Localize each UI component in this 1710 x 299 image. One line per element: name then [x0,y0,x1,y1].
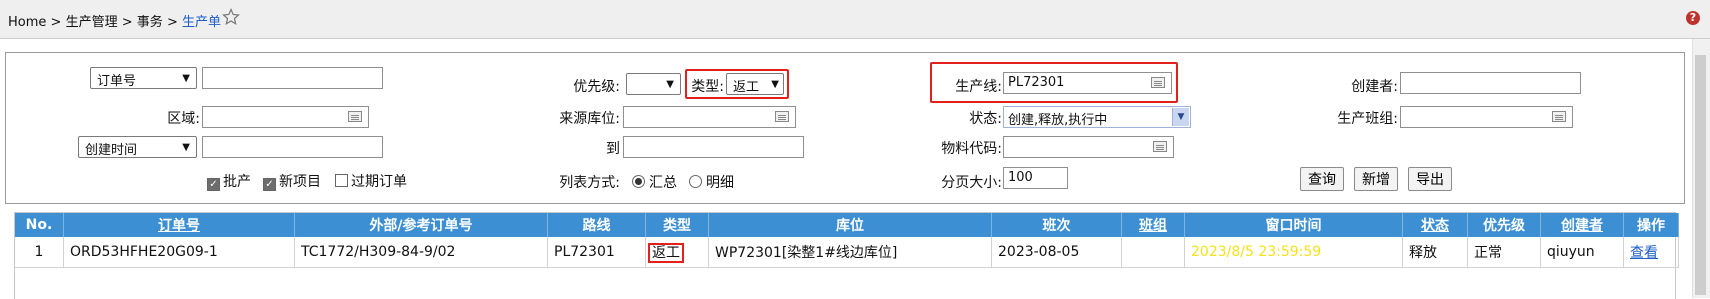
production-line-label: 生产线: [955,79,1002,95]
status-multiselect[interactable]: 创建,释放,执行中 ▼ [1003,106,1191,128]
cell-type: 返工 [645,237,709,268]
new-project-checkbox[interactable]: ✓ 新项目 [263,171,321,191]
add-button[interactable]: 新增 [1354,167,1398,191]
production-team-input[interactable] [1400,106,1573,128]
overdue-order-checkbox[interactable]: 过期订单 [335,171,407,191]
chevron-down-icon: ▼ [666,79,674,90]
column-header-type: 类型 [645,213,709,237]
column-header-status[interactable]: 状态 [1402,213,1468,237]
breadcrumb: Home > 生产管理 > 事务 > 生产单 [8,11,221,30]
column-header-window-time: 窗口时间 [1184,213,1403,237]
scrollbar-thumb[interactable] [1695,55,1706,295]
column-header-order-no[interactable]: 订单号 [63,213,295,237]
type-select[interactable]: 返工 ▼ [726,73,784,95]
production-line-input[interactable]: PL72301 [1003,72,1172,94]
source-location-label: 来源库位: [559,111,620,127]
checkbox-checked-icon[interactable]: ✓ [263,178,276,191]
cell-ext-ref: TC1772/H309-84-9/02 [294,237,548,268]
cell-creator: qiuyun [1540,237,1624,268]
chevron-down-icon: ▼ [182,142,190,153]
column-header-route: 路线 [547,213,646,237]
checkbox-checked-icon[interactable]: ✓ [207,178,220,191]
creator-input[interactable] [1400,72,1581,94]
table-header-row: No. 订单号 外部/参考订单号 路线 类型 库位 班次 班组 窗口时间 状态 … [15,213,1679,237]
column-header-priority: 优先级 [1467,213,1541,237]
to-location-input[interactable] [623,136,804,158]
breadcrumb-production-mgmt[interactable]: 生产管理 [66,15,118,30]
list-mode-label: 列表方式: [559,175,620,191]
breadcrumb-separator: > [166,15,178,30]
cell-no: 1 [15,237,64,268]
breadcrumb-separator: > [121,15,133,30]
type-label: 类型: [691,79,724,95]
lookup-icon[interactable] [775,111,789,122]
checkbox-empty-icon[interactable] [335,174,348,187]
view-link[interactable]: 查看 [1630,245,1658,261]
date-input[interactable] [202,136,383,158]
lookup-icon[interactable] [348,111,362,122]
cell-team [1121,237,1185,268]
breadcrumb-current[interactable]: 生产单 [182,15,221,30]
cell-order-no: ORD53HFHE20G09-1 [63,237,295,268]
column-header-team[interactable]: 班组 [1121,213,1185,237]
top-bar: Home > 生产管理 > 事务 > 生产单 ? [0,0,1710,39]
breadcrumb-home[interactable]: Home [8,15,46,30]
production-team-label: 生产班组: [1337,111,1398,127]
material-code-label: 物料代码: [941,141,1002,157]
chevron-down-icon: ▼ [771,79,779,90]
star-outline-icon[interactable] [222,8,240,26]
column-header-action: 操作 [1623,213,1679,237]
order-field-select[interactable]: 订单号 ▼ [90,67,197,89]
lookup-icon[interactable] [1552,111,1566,122]
radio-empty-icon[interactable] [689,175,702,188]
date-field-select[interactable]: 创建时间 ▼ [78,136,197,158]
column-header-no: No. [15,213,64,237]
to-label: 到 [606,141,620,157]
query-button[interactable]: 查询 [1300,167,1344,191]
cell-location: WP72301[染整1#线边库位] [708,237,992,268]
lookup-icon[interactable] [1153,141,1167,152]
material-code-input[interactable] [1003,136,1174,158]
column-header-location: 库位 [708,213,992,237]
cell-shift: 2023-08-05 [991,237,1122,268]
column-header-ext-ref: 外部/参考订单号 [294,213,548,237]
list-mode-detail-radio[interactable]: 明细 [689,172,734,192]
help-icon[interactable]: ? [1686,11,1700,25]
batch-checkbox[interactable]: ✓ 批产 [207,171,251,191]
region-label: 区域: [167,111,200,127]
list-mode-summary-radio[interactable]: 汇总 [632,172,677,192]
page-size-input[interactable]: 100 [1003,167,1068,189]
order-number-input[interactable] [202,67,383,89]
page-size-label: 分页大小: [941,175,1002,191]
lookup-icon[interactable] [1151,77,1165,88]
priority-label: 优先级: [573,79,620,95]
chevron-down-icon[interactable]: ▼ [1172,108,1189,126]
radio-selected-icon[interactable] [632,175,645,188]
source-location-input[interactable] [623,106,796,128]
cell-route: PL72301 [547,237,646,268]
cell-action: 查看 [1623,237,1679,268]
breadcrumb-separator: > [50,15,62,30]
cell-status: 释放 [1402,237,1468,268]
breadcrumb-transactions[interactable]: 事务 [137,15,163,30]
cell-priority: 正常 [1467,237,1541,268]
status-label: 状态: [969,111,1002,127]
table-row[interactable]: 1 ORD53HFHE20G09-1 TC1772/H309-84-9/02 P… [15,237,1679,268]
cell-window-time: 2023/8/5 23:59:59 [1184,237,1403,268]
chevron-down-icon: ▼ [182,73,190,84]
creator-label: 创建者: [1351,79,1398,95]
export-button[interactable]: 导出 [1408,167,1452,191]
column-header-creator[interactable]: 创建者 [1540,213,1624,237]
priority-select[interactable]: ▼ [626,73,681,95]
column-header-shift: 班次 [991,213,1122,237]
region-input[interactable] [202,106,369,128]
highlight-type-cell: 返工 [648,243,684,263]
results-table: No. 订单号 外部/参考订单号 路线 类型 库位 班次 班组 窗口时间 状态 … [15,213,1679,268]
